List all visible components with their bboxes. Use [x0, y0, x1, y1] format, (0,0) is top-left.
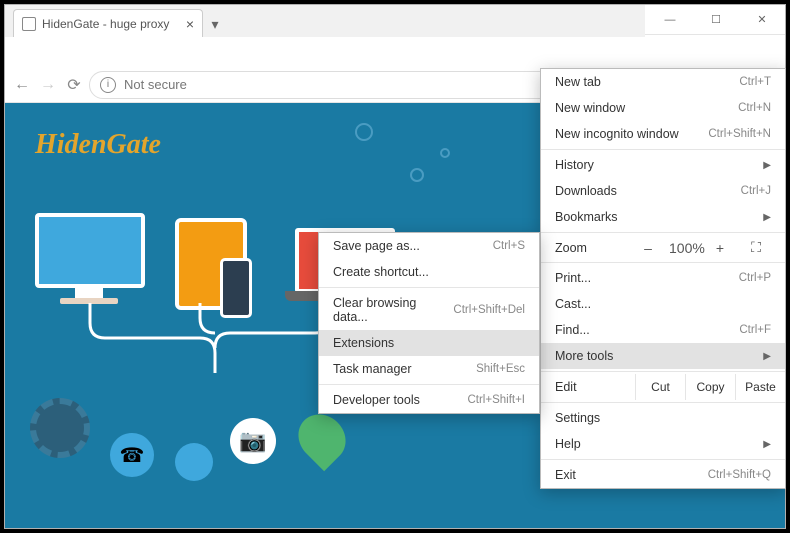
close-tab-icon[interactable]: × [186, 16, 194, 32]
decor-circle [355, 123, 373, 141]
menu-task-manager[interactable]: Task managerShift+Esc [319, 356, 539, 382]
tab-title: HidenGate - huge proxy [42, 17, 169, 31]
menu-bookmarks[interactable]: Bookmarks▶ [541, 204, 785, 230]
new-tab-button[interactable]: ▾ [205, 16, 225, 37]
menu-zoom: Zoom – 100% + ⛶ [541, 235, 785, 260]
zoom-value: 100% [669, 240, 699, 256]
menu-more-tools[interactable]: More tools▶ [541, 343, 785, 369]
menu-cut[interactable]: Cut [635, 374, 685, 400]
menu-paste[interactable]: Paste [735, 374, 785, 400]
menu-new-incognito[interactable]: New incognito windowCtrl+Shift+N [541, 121, 785, 147]
chevron-right-icon: ▶ [763, 160, 771, 171]
menu-settings[interactable]: Settings [541, 405, 785, 431]
menu-new-tab[interactable]: New tabCtrl+T [541, 69, 785, 95]
forward-button[interactable]: → [37, 74, 59, 96]
url-label: Not secure [124, 77, 187, 92]
camera-circle-icon: 📷 [230, 418, 276, 464]
more-tools-submenu: Save page as...Ctrl+S Create shortcut...… [318, 232, 540, 414]
zoom-out-button[interactable]: – [633, 240, 663, 256]
main-menu: New tabCtrl+T New windowCtrl+N New incog… [540, 68, 786, 489]
minimize-button[interactable]: — [647, 5, 693, 34]
chevron-right-icon: ▶ [763, 212, 771, 223]
menu-history[interactable]: History▶ [541, 152, 785, 178]
brand-logo: HidenGate [35, 129, 161, 161]
menu-copy[interactable]: Copy [685, 374, 735, 400]
site-info-icon[interactable]: i [100, 77, 116, 93]
back-button[interactable]: ← [11, 74, 33, 96]
reload-button[interactable]: ⟳ [63, 74, 85, 96]
decor-circle [410, 168, 424, 182]
bag-circle-icon [175, 443, 213, 481]
menu-edit-row: Edit Cut Copy Paste [541, 374, 785, 400]
decor-circle [440, 148, 450, 158]
menu-developer-tools[interactable]: Developer toolsCtrl+Shift+I [319, 387, 539, 413]
menu-clear-browsing-data[interactable]: Clear browsing data...Ctrl+Shift+Del [319, 290, 539, 330]
menu-downloads[interactable]: DownloadsCtrl+J [541, 178, 785, 204]
tab-strip: HidenGate - huge proxy × ▾ [5, 5, 645, 37]
connection-wires [80, 303, 340, 373]
menu-exit[interactable]: ExitCtrl+Shift+Q [541, 462, 785, 488]
menu-cast[interactable]: Cast... [541, 291, 785, 317]
gear-icon [30, 398, 90, 458]
chevron-right-icon: ▶ [763, 439, 771, 450]
menu-print[interactable]: Print...Ctrl+P [541, 265, 785, 291]
menu-extensions[interactable]: Extensions [319, 330, 539, 356]
menu-new-window[interactable]: New windowCtrl+N [541, 95, 785, 121]
map-pin-icon [289, 405, 355, 471]
menu-create-shortcut[interactable]: Create shortcut... [319, 259, 539, 285]
close-window-button[interactable]: ✕ [739, 5, 785, 34]
chevron-right-icon: ▶ [763, 351, 771, 362]
menu-help[interactable]: Help▶ [541, 431, 785, 457]
fullscreen-button[interactable]: ⛶ [741, 239, 771, 256]
phone-circle-icon: ☎ [110, 433, 154, 477]
maximize-button[interactable]: ☐ [693, 5, 739, 34]
menu-find[interactable]: Find...Ctrl+F [541, 317, 785, 343]
menu-save-page[interactable]: Save page as...Ctrl+S [319, 233, 539, 259]
page-favicon [22, 17, 36, 31]
zoom-in-button[interactable]: + [705, 240, 735, 256]
active-tab[interactable]: HidenGate - huge proxy × [13, 9, 203, 37]
monitor-icon [35, 213, 145, 288]
